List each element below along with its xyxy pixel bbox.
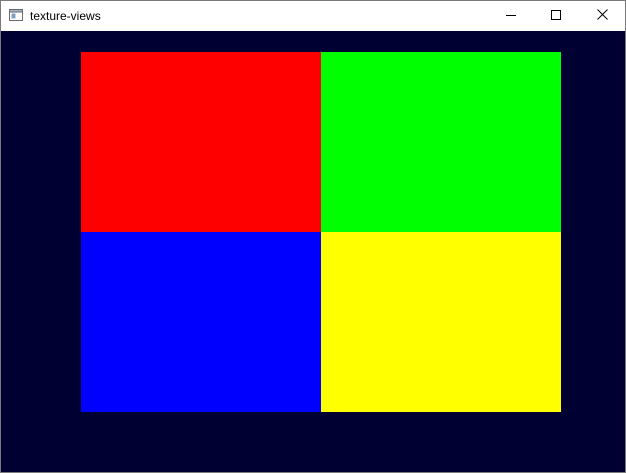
app-window: texture-views: [0, 0, 626, 473]
window-title: texture-views: [30, 9, 101, 23]
close-button[interactable]: [579, 1, 625, 31]
render-canvas[interactable]: [1, 31, 625, 472]
app-window-icon: [9, 9, 23, 21]
quadrant-bottom-right: [321, 232, 561, 412]
quadrant-top-right: [321, 52, 561, 232]
title-bar[interactable]: texture-views: [1, 1, 625, 31]
quadrant-bottom-left: [81, 232, 321, 412]
quadrant-top-left: [81, 52, 321, 232]
maximize-icon: [551, 9, 561, 23]
close-icon: [596, 9, 608, 23]
minimize-button[interactable]: [488, 1, 534, 31]
maximize-button[interactable]: [533, 1, 579, 31]
minimize-icon: [506, 9, 516, 23]
